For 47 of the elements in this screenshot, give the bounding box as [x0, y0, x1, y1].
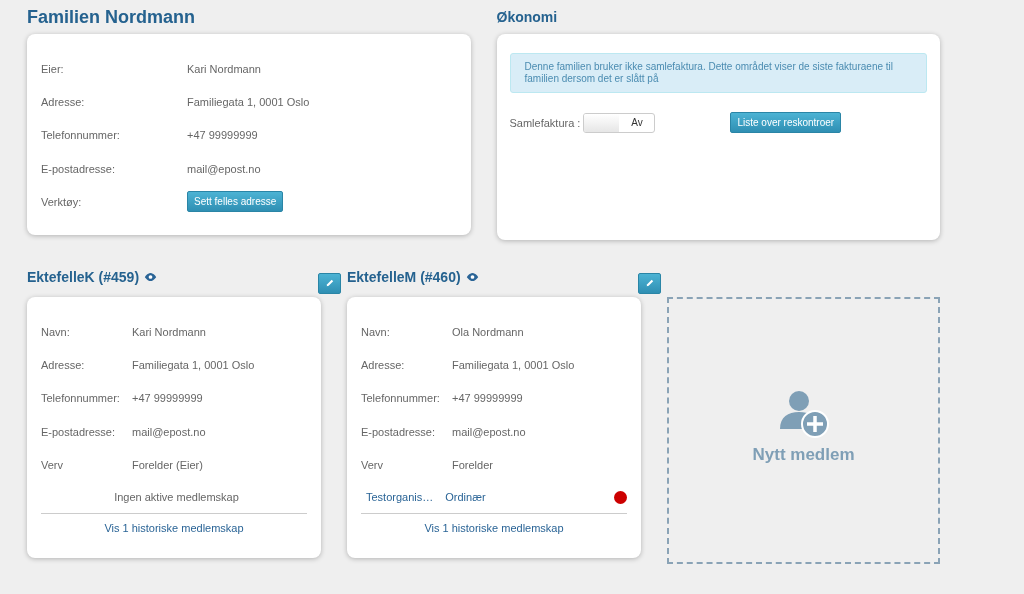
field-value: mail@epost.no	[187, 162, 261, 175]
field-value: Familiegata 1, 0001 Oslo	[132, 358, 255, 371]
eye-icon[interactable]	[465, 272, 479, 282]
field-label: Verv	[41, 458, 64, 471]
field-label: Eier:	[41, 62, 65, 75]
field-label: E-postadresse:	[41, 425, 116, 438]
field-value: +47 99999999	[187, 129, 258, 142]
history-link[interactable]: Vis 1 historiske medlemskap	[104, 522, 244, 535]
eye-icon[interactable]	[144, 272, 158, 282]
section-title: Økonomi	[496, 8, 559, 26]
membership-type: Ordinær	[445, 491, 486, 504]
field-value: mail@epost.no	[132, 425, 206, 438]
field-label: Adresse:	[41, 358, 86, 371]
field-label: E-postadresse:	[41, 162, 116, 175]
edit-button[interactable]	[318, 272, 341, 294]
organization-link[interactable]: Testorganis…	[366, 491, 434, 504]
field-label: Telefonnummer:	[361, 392, 441, 405]
field-value: Forelder (Eier)	[132, 458, 203, 471]
field-label: Telefonnummer:	[41, 392, 121, 405]
field-label: Navn:	[361, 325, 391, 338]
pencil-icon	[644, 278, 655, 288]
member-title: EktefelleM (#460)	[347, 269, 461, 285]
field-value: mail@epost.no	[452, 425, 526, 438]
field-value: Kari Nordmann	[187, 62, 261, 75]
toggle-label: Samlefaktura :	[509, 116, 581, 129]
field-label: Adresse:	[361, 358, 406, 371]
edit-button[interactable]	[638, 272, 661, 294]
field-label: Navn:	[41, 325, 71, 338]
field-label: Verktøy:	[41, 195, 83, 208]
field-label: Telefonnummer:	[41, 129, 121, 142]
field-label: E-postadresse:	[361, 425, 436, 438]
history-link[interactable]: Vis 1 historiske medlemskap	[424, 522, 564, 535]
invoice-toggle[interactable]: Av	[583, 112, 656, 133]
field-value: Ola Nordmann	[452, 325, 524, 338]
pencil-icon	[324, 278, 335, 288]
no-memberships-text: Ingen aktive medlemskap	[114, 491, 239, 504]
field-value: Kari Nordmann	[132, 325, 206, 338]
section-title: Familien Nordmann	[27, 6, 197, 26]
field-value: Familiegata 1, 0001 Oslo	[452, 358, 575, 371]
field-value: Forelder	[452, 458, 493, 471]
field-value: Familiegata 1, 0001 Oslo	[187, 95, 310, 108]
field-value: +47 99999999	[132, 392, 203, 405]
info-message: Denne familien bruker ikke samlefaktura. Dette området viser de siste fakturaene til familien dersom det er slått på	[509, 53, 927, 93]
member-title: EktefelleK (#459)	[27, 269, 140, 285]
field-label: Verv	[361, 458, 384, 471]
field-label: Adresse:	[41, 95, 86, 108]
field-value: +47 99999999	[452, 392, 523, 405]
